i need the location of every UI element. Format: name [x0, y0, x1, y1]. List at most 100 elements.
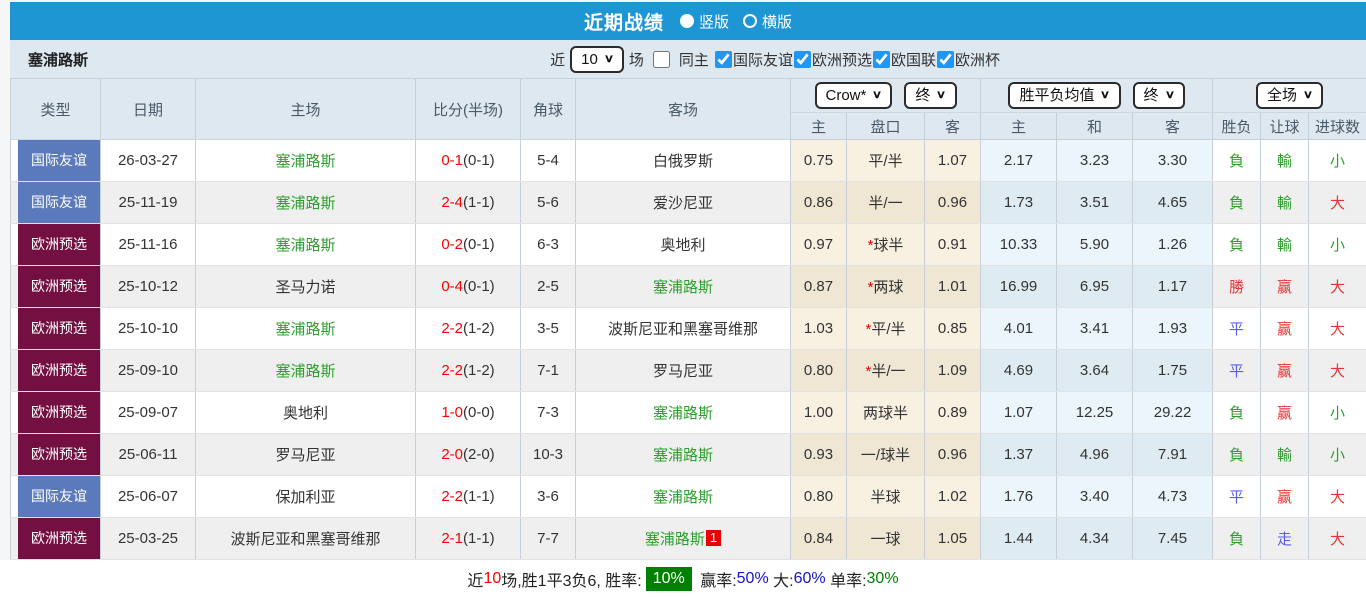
radio-unselected-icon	[743, 14, 757, 28]
score-main: 2-1	[441, 530, 463, 547]
cell-corner: 7-7	[521, 518, 576, 560]
match-type-badge: 欧洲预选	[18, 518, 100, 559]
cell-date: 25-11-19	[101, 182, 196, 224]
result-cell: 負	[1213, 182, 1261, 224]
cell-date: 25-11-16	[101, 224, 196, 266]
bookmaker-select[interactable]: Crow* ∨	[815, 82, 893, 109]
table-row: 欧洲预选 25-03-25 波斯尼亚和黑塞哥维那 2-1(1-1) 7-7 塞浦…	[11, 518, 1366, 560]
scope-select[interactable]: 全场 ∨	[1256, 82, 1323, 109]
score-main: 2-4	[441, 194, 463, 211]
home-team-name: 塞浦路斯	[275, 195, 335, 212]
mean-home: 1.44	[981, 518, 1057, 560]
score-half: (1-1)	[463, 530, 495, 547]
handicap-result-cell: 輸	[1261, 182, 1309, 224]
home-team-name: 波斯尼亚和黑塞哥维那	[230, 531, 380, 548]
odds-home: 0.87	[791, 266, 847, 308]
mean-home: 10.33	[981, 224, 1057, 266]
match-type-badge: 欧洲预选	[18, 224, 100, 265]
mean-away: 1.26	[1133, 224, 1213, 266]
match-type-badge: 欧洲预选	[18, 434, 100, 475]
page-title: 近期战绩	[584, 8, 664, 35]
match-count-select[interactable]: 10 ∨	[570, 46, 624, 73]
odds-time-select[interactable]: 终 ∨	[1133, 82, 1185, 109]
table-row: 欧洲预选 25-09-10 塞浦路斯 2-2(1-2) 7-1 罗马尼亚 0.8…	[11, 350, 1366, 392]
summary-part: 大:	[769, 567, 794, 591]
cell-corner: 2-5	[521, 266, 576, 308]
summary-part: 场,胜1平3负6, 胜率:	[501, 567, 641, 591]
away-team-name: 塞浦路斯	[645, 531, 705, 548]
cell-date: 25-03-25	[101, 518, 196, 560]
mean-away: 29.22	[1133, 392, 1213, 434]
cell-date: 26-03-27	[101, 140, 196, 182]
radio-vertical-label: 竖版	[699, 11, 729, 32]
same-home-label: 同主	[679, 49, 709, 70]
cell-corner: 5-6	[521, 182, 576, 224]
league-checkbox[interactable]	[715, 51, 732, 68]
away-team-name: 塞浦路斯	[653, 405, 713, 422]
odds-away: 1.01	[925, 266, 981, 308]
goals-result-cell: 小	[1309, 392, 1366, 434]
odds-home: 0.97	[791, 224, 847, 266]
goals-result-cell: 小	[1309, 224, 1366, 266]
league-checkbox[interactable]	[794, 51, 811, 68]
subheader-goals: 进球数	[1309, 113, 1366, 140]
header-score: 比分(半场)	[416, 79, 521, 140]
radio-horizontal-layout[interactable]: 横版	[743, 11, 792, 32]
cell-corner: 3-6	[521, 476, 576, 518]
mean-home: 4.01	[981, 308, 1057, 350]
cell-corner: 3-5	[521, 308, 576, 350]
mean-away: 1.75	[1133, 350, 1213, 392]
mean-draw: 3.51	[1057, 182, 1133, 224]
odds-home: 0.75	[791, 140, 847, 182]
goals-result-cell: 大	[1309, 182, 1366, 224]
red-card-badge: 1	[706, 530, 721, 546]
table-row: 欧洲预选 25-10-10 塞浦路斯 2-2(1-2) 3-5 波斯尼亚和黑塞哥…	[11, 308, 1366, 350]
cell-corner: 5-4	[521, 140, 576, 182]
handicap-text: 球半	[873, 237, 903, 254]
goals-result-cell: 小	[1309, 434, 1366, 476]
handicap-result-cell: 赢	[1261, 266, 1309, 308]
bookmaker-time-select[interactable]: 终 ∨	[904, 82, 956, 109]
header-corner: 角球	[521, 79, 576, 140]
cell-date: 25-06-07	[101, 476, 196, 518]
cell-date: 25-10-12	[101, 266, 196, 308]
home-team-name: 塞浦路斯	[275, 363, 335, 380]
chevron-down-icon: ∨	[604, 50, 614, 69]
mean-draw: 4.96	[1057, 434, 1133, 476]
away-team-name: 奥地利	[660, 237, 705, 254]
header-date: 日期	[101, 79, 196, 140]
odds-away: 1.09	[925, 350, 981, 392]
odds-away: 0.89	[925, 392, 981, 434]
handicap-result-cell: 輸	[1261, 434, 1309, 476]
summary-part: 10%	[646, 567, 692, 591]
score-main: 2-0	[441, 446, 463, 463]
result-cell: 負	[1213, 224, 1261, 266]
league-checkbox[interactable]	[873, 51, 890, 68]
radio-vertical-layout[interactable]: 竖版	[680, 11, 729, 32]
result-cell: 平	[1213, 476, 1261, 518]
same-home-checkbox-input[interactable]	[653, 51, 670, 68]
odds-away: 1.05	[925, 518, 981, 560]
odds-away: 0.91	[925, 224, 981, 266]
result-cell: 負	[1213, 392, 1261, 434]
match-type-badge: 欧洲预选	[18, 308, 100, 349]
match-type-badge: 国际友谊	[18, 476, 100, 517]
league-checkbox[interactable]	[937, 51, 954, 68]
header-home: 主场	[196, 79, 416, 140]
mean-home: 2.17	[981, 140, 1057, 182]
mean-home: 1.76	[981, 476, 1057, 518]
same-home-checkbox[interactable]	[652, 51, 671, 68]
table-row: 国际友谊 25-11-19 塞浦路斯 2-4(1-1) 5-6 爱沙尼亚 0.8…	[11, 182, 1366, 224]
chevron-down-icon: ∨	[1100, 86, 1110, 105]
mean-away: 4.73	[1133, 476, 1213, 518]
away-team-name: 爱沙尼亚	[653, 195, 713, 212]
mean-away: 1.17	[1133, 266, 1213, 308]
league-label: 欧洲预选	[812, 49, 872, 70]
header-away: 客场	[576, 79, 791, 140]
score-half: (1-2)	[463, 320, 495, 337]
odds-type-select[interactable]: 胜平负均值 ∨	[1008, 82, 1120, 109]
handicap-text: 两球半	[863, 405, 908, 422]
away-team-name: 塞浦路斯	[653, 279, 713, 296]
cell-corner: 6-3	[521, 224, 576, 266]
odds-away: 0.96	[925, 434, 981, 476]
